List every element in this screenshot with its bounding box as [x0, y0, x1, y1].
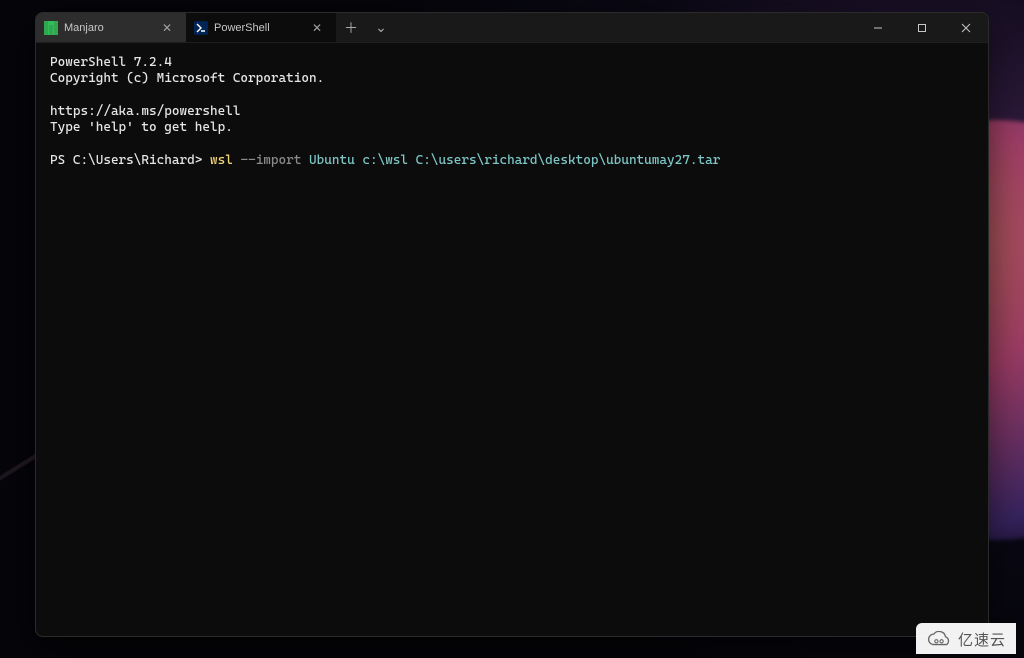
maximize-icon: [917, 23, 927, 33]
line: Copyright (c) Microsoft Corporation.: [50, 71, 324, 86]
tab-powershell[interactable]: PowerShell ✕: [186, 13, 336, 42]
line: PowerShell 7.2.4: [50, 55, 172, 70]
line: https://aka.ms/powershell: [50, 104, 240, 119]
powershell-icon: [194, 21, 208, 35]
terminal-window: Manjaro ✕ PowerShell ✕ ＋ ⌄: [35, 12, 989, 637]
manjaro-icon: [44, 21, 58, 35]
flag-token: --import: [240, 153, 301, 168]
watermark-text: 亿速云: [958, 629, 1006, 650]
window-controls: [856, 13, 988, 42]
arg-token: Ubuntu c:\wsl C:\users\richard\desktop\u…: [309, 153, 720, 168]
tab-dropdown-button[interactable]: ⌄: [366, 13, 396, 42]
tab-strip: Manjaro ✕ PowerShell ✕ ＋ ⌄: [36, 13, 856, 42]
command-token: wsl: [210, 153, 233, 168]
close-window-button[interactable]: [944, 13, 988, 42]
prompt-prefix: PS C:\Users\Richard>: [50, 153, 210, 168]
minimize-icon: [873, 23, 883, 33]
close-icon: [961, 23, 971, 33]
cloud-icon: [926, 631, 952, 649]
terminal-output[interactable]: PowerShell 7.2.4 Copyright (c) Microsoft…: [36, 43, 988, 636]
close-icon[interactable]: ✕: [308, 19, 326, 37]
new-tab-button[interactable]: ＋: [336, 13, 366, 42]
line: Type 'help' to get help.: [50, 120, 233, 135]
tab-label: PowerShell: [214, 22, 270, 34]
watermark: 亿速云: [916, 623, 1016, 654]
tab-label: Manjaro: [64, 22, 104, 34]
maximize-button[interactable]: [900, 13, 944, 42]
chevron-down-icon: ⌄: [375, 19, 387, 36]
tab-manjaro[interactable]: Manjaro ✕: [36, 13, 186, 42]
titlebar: Manjaro ✕ PowerShell ✕ ＋ ⌄: [36, 13, 988, 43]
minimize-button[interactable]: [856, 13, 900, 42]
close-icon[interactable]: ✕: [158, 19, 176, 37]
